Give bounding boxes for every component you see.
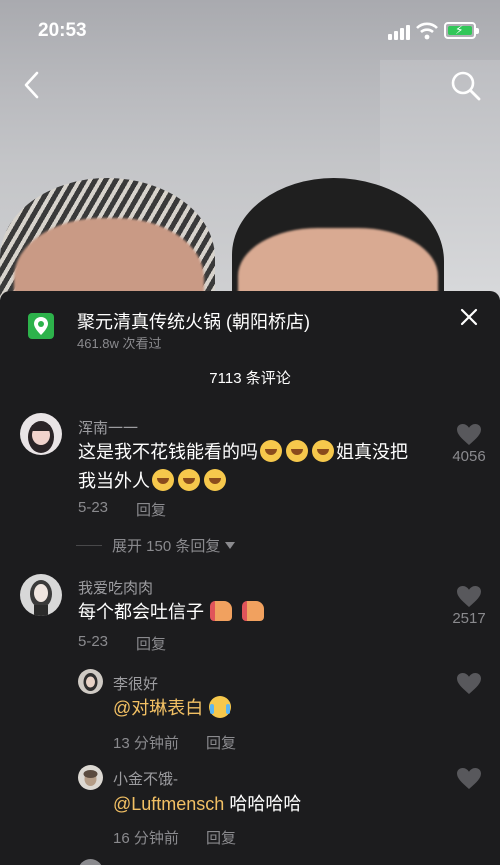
- comment-date: 5-23: [78, 633, 109, 650]
- status-time: 20:53: [38, 20, 87, 41]
- drooling-emoji-icon: [152, 469, 174, 491]
- like-count: 2517: [452, 610, 486, 627]
- thumbs-up-icon: [210, 601, 232, 621]
- comment-sheet: 聚元清真传统火锅 (朝阳桥店) 461.8w 次看过 7113 条评论 浑南一一…: [0, 291, 500, 865]
- chevron-down-icon: [224, 542, 235, 549]
- comment-text: 每个都会吐信子: [78, 598, 266, 627]
- heart-icon: [457, 768, 481, 789]
- heart-icon: [457, 424, 481, 445]
- close-icon: [460, 308, 478, 326]
- reply-time: 16 分钟前: [113, 830, 179, 847]
- location-title[interactable]: 聚元清真传统火锅 (朝阳桥店): [77, 308, 310, 334]
- drooling-emoji-icon: [260, 440, 282, 462]
- person-right-face: [238, 228, 438, 300]
- status-bar: 20:53 ⚡: [0, 0, 500, 60]
- like-button[interactable]: 4056: [439, 423, 499, 465]
- comment-count: 7113 条评论: [209, 370, 291, 387]
- signal-icon: [388, 24, 410, 40]
- drooling-emoji-icon: [312, 440, 334, 462]
- like-button[interactable]: [439, 767, 499, 790]
- battery-icon: ⚡: [444, 22, 479, 39]
- reply-button[interactable]: 回复: [206, 732, 236, 753]
- back-button[interactable]: [18, 68, 48, 102]
- drooling-emoji-icon: [286, 440, 308, 462]
- mention-link[interactable]: @对琳表白: [113, 698, 203, 718]
- reply-button[interactable]: 回复: [136, 499, 166, 520]
- reply-author[interactable]: 李很好: [113, 673, 158, 694]
- like-button[interactable]: [439, 672, 499, 695]
- avatar[interactable]: [20, 574, 62, 616]
- search-button[interactable]: [450, 68, 482, 102]
- mention-link[interactable]: @Luftmensch: [113, 794, 224, 814]
- avatar[interactable]: [78, 859, 103, 865]
- reply-button[interactable]: 回复: [206, 827, 236, 848]
- wifi-icon: [416, 22, 438, 40]
- avatar[interactable]: [78, 669, 103, 694]
- thumbs-up-icon: [242, 601, 264, 621]
- avatar[interactable]: [20, 413, 62, 455]
- search-icon: [451, 71, 481, 101]
- comment-author[interactable]: 我爱吃肉肉: [78, 577, 153, 598]
- reply-author[interactable]: 小金不饿-: [113, 768, 178, 789]
- comment-date: 5-23: [78, 499, 109, 516]
- reply-text: @Luftmensch 哈哈哈哈: [113, 794, 302, 814]
- expand-replies-button[interactable]: 展开 150 条回复: [112, 535, 235, 556]
- reply-button[interactable]: 回复: [136, 633, 166, 654]
- like-count: 4056: [452, 448, 486, 465]
- heart-icon: [457, 586, 481, 607]
- comment-author[interactable]: 浑南一一: [78, 417, 138, 438]
- drooling-emoji-icon: [204, 469, 226, 491]
- location-pin-icon[interactable]: [28, 313, 54, 339]
- heart-icon: [457, 673, 481, 694]
- avatar[interactable]: [78, 765, 103, 790]
- close-button[interactable]: [458, 305, 480, 329]
- reply-time: 13 分钟前: [113, 735, 179, 752]
- reply-text: @对琳表白: [113, 694, 232, 723]
- comment-text: 这是我不花钱能看的吗 姐真没把 我当外人: [78, 440, 408, 491]
- drooling-emoji-icon: [178, 469, 200, 491]
- chevron-left-icon: [24, 71, 39, 99]
- crying-emoji-icon: [209, 696, 232, 718]
- divider: [76, 545, 102, 546]
- like-button[interactable]: 2517: [439, 585, 499, 627]
- location-views: 461.8w 次看过: [77, 336, 162, 351]
